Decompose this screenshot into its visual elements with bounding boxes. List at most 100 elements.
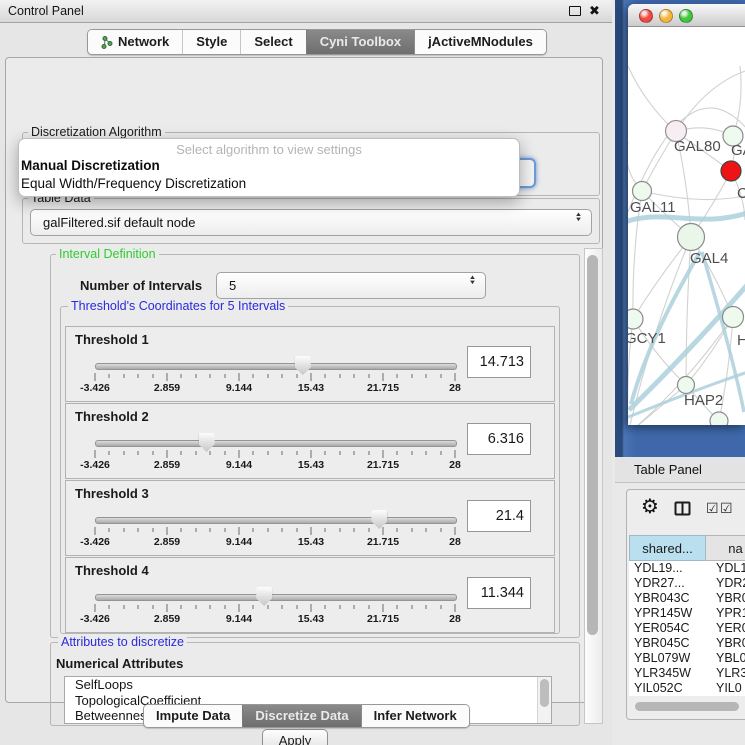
table-container: ⚙ ☑ ☑ shared... na YDL19...YDL1YDR27...Y… [626,489,745,720]
tab-select[interactable]: Select [240,30,305,54]
slider-track[interactable] [95,517,457,524]
tick-mark [181,605,182,609]
cell-name: YPR1 [706,606,745,621]
network-canvas[interactable]: GAL80GACGAL11GAL4GCY1HHAP2 [628,26,745,425]
node-label: GCY1 [628,330,666,347]
threshold-value-field[interactable]: 14.713 [467,346,531,378]
table-row[interactable]: YER054CYER0 [629,621,745,636]
slider-ticks [95,527,455,536]
table-row[interactable]: YPR145WYPR1 [629,606,745,621]
cell-shared-name: YBR043C [629,591,706,606]
tick-mark [224,451,225,455]
tick-mark [311,527,312,535]
table-row[interactable]: YDR27...YDR2 [629,576,745,591]
minimize-light-icon[interactable] [659,9,673,23]
tick-mark [181,528,182,532]
tick-mark [296,605,297,609]
checkbox-icon[interactable]: ☑ [706,501,719,515]
tab-style[interactable]: Style [182,30,240,54]
network-node[interactable] [710,412,728,425]
cell-shared-name: YDL19... [629,561,706,576]
table-h-scrollbar[interactable] [629,701,744,713]
tick-mark [282,451,283,455]
network-node[interactable] [721,161,741,181]
network-window-titlebar[interactable] [628,4,745,27]
control-panel-titlebar[interactable]: Control Panel ✖ [0,0,612,23]
stepper-icon[interactable]: ▲▼ [574,213,583,223]
tick-mark [397,605,398,609]
threshold-value-field[interactable]: 11.344 [467,577,531,609]
slider-track[interactable] [95,363,457,370]
threshold-value-field[interactable]: 21.4 [467,500,531,532]
slider-tick-labels: -3.4262.8599.14415.4321.71528 [95,536,455,548]
tab-network[interactable]: Network [88,30,182,54]
tick-mark [397,374,398,378]
tab-infer-network[interactable]: Infer Network [361,705,469,727]
stepper-icon[interactable]: ▲▼ [468,276,477,286]
panel-scrollbar-thumb[interactable] [587,255,598,635]
columns-icon[interactable] [674,501,691,521]
list-scrollbar-thumb[interactable] [540,679,549,707]
tick-mark [368,451,369,455]
attribute-item[interactable]: SelfLoops [65,677,551,693]
network-node[interactable] [678,377,695,394]
tick-mark [181,451,182,455]
tick-mark [455,604,456,612]
table-row[interactable]: YIL052CYIL0 [629,681,745,696]
algorithm-option[interactable]: Manual Discretization [19,157,519,175]
float-window-icon[interactable] [569,6,581,16]
gear-icon[interactable]: ⚙ [641,496,659,518]
tick-mark [383,450,384,458]
tick-label: -3.426 [80,536,110,548]
tab-cyni-toolbox[interactable]: Cyni Toolbox [306,30,414,54]
algorithm-hint-option[interactable]: Select algorithm to view settings [19,142,519,157]
tab-discretize-data[interactable]: Discretize Data [242,705,360,727]
cell-name: YBR0 [706,591,745,606]
algorithm-option[interactable]: Equal Width/Frequency Discretization [19,175,519,193]
column-header-shared-name[interactable]: shared... [629,535,706,561]
tick-mark [455,527,456,535]
tab-jactivemnodules[interactable]: jActiveMNodules [414,30,546,54]
zoom-light-icon[interactable] [679,9,693,23]
number-of-intervals-spinner[interactable]: 5 ▲▼ [216,272,486,299]
bottom-tab-bar: Impute DataDiscretize DataInfer Network [143,704,470,728]
tick-mark [95,604,96,612]
tick-mark [195,374,196,378]
slider-track[interactable] [95,594,457,601]
tick-mark [426,605,427,609]
table-row[interactable]: YBR045CYBR0 [629,636,745,651]
threshold-value-field[interactable]: 6.316 [467,423,531,455]
tick-mark [253,374,254,378]
list-scrollbar[interactable] [537,677,551,723]
network-node[interactable] [678,224,705,251]
tick-mark [167,604,168,612]
table-row[interactable]: YDL19...YDL1 [629,561,745,576]
table-row[interactable]: YBL079WYBL0 [629,651,745,666]
apply-button[interactable]: Apply [262,729,328,745]
close-icon[interactable]: ✖ [589,2,600,20]
panel-scrollbar[interactable] [584,248,603,724]
table-data-combobox[interactable]: galFiltered.sif default node ▲▼ [30,209,592,236]
tick-mark [152,374,153,378]
network-node[interactable] [723,307,744,328]
tick-mark [239,527,240,535]
slider-track[interactable] [95,440,457,447]
close-light-icon[interactable] [639,9,653,23]
cell-shared-name: YER054C [629,621,706,636]
network-node[interactable] [628,309,643,329]
tick-mark [296,528,297,532]
threshold-label: Threshold 1 [75,332,149,347]
column-header-name[interactable]: na [706,535,745,561]
checkbox-icon[interactable]: ☑ [720,501,733,515]
network-node[interactable] [633,182,652,201]
tick-mark [411,451,412,455]
table-panel-header[interactable]: Table Panel [615,457,745,483]
table-h-scrollbar-thumb[interactable] [635,702,739,711]
network-window: GAL80GACGAL11GAL4GCY1HHAP2 [628,4,745,425]
table-row[interactable]: YLR345WYLR3 [629,666,745,681]
tick-mark [440,451,441,455]
tick-mark [440,605,441,609]
tab-impute-data[interactable]: Impute Data [144,705,242,727]
table-row[interactable]: YBR043CYBR0 [629,591,745,606]
tick-mark [123,451,124,455]
